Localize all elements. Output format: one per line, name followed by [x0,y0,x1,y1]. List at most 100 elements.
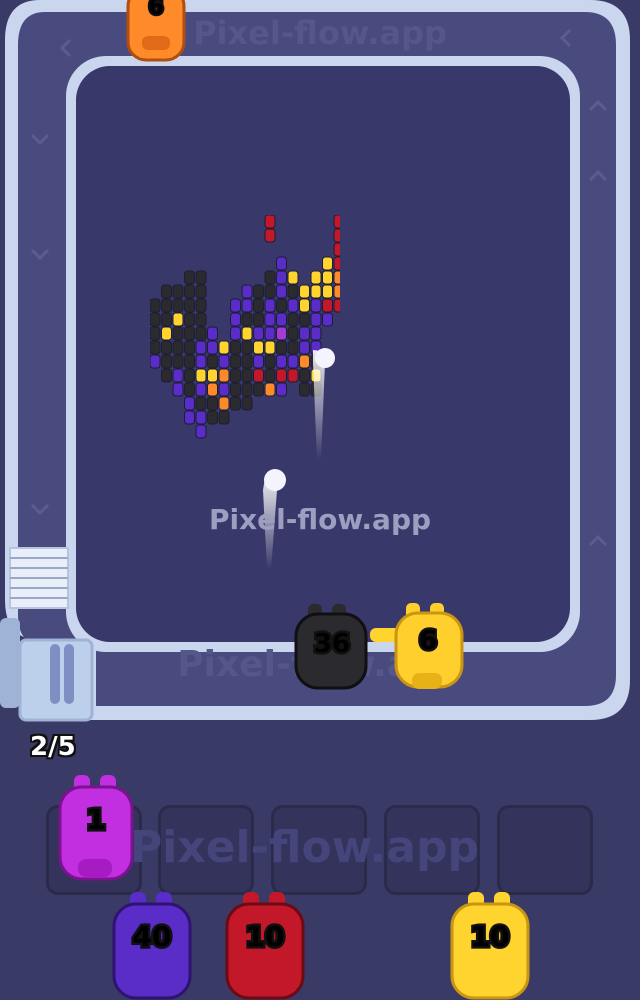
pixel-block [264,298,276,313]
pixel-block [161,368,172,383]
pixel-block [161,326,172,341]
pixel-block [184,368,195,383]
shooter-yellow-10[interactable]: 10 [450,892,530,1000]
pixel-block [264,270,276,285]
pixel-block [218,382,230,397]
shooter-black-36[interactable]: 36 [292,604,374,696]
pixel-block [207,354,218,369]
pixel-block [230,312,241,327]
pixel-block [230,368,241,383]
pixel-block [184,284,195,299]
pixel-block [218,354,230,369]
pixel-block [172,382,184,397]
pixel-block [172,326,184,341]
pixel-block [150,354,161,369]
watermark: Pixel-flow.app [208,503,432,536]
pixel-block [184,410,195,425]
pixel-block [230,382,241,397]
pixel-block [322,312,333,327]
pixel-block [207,396,218,411]
pixel-block [287,270,299,285]
pixel-block [218,368,230,383]
pixel-block [207,326,218,341]
shooter-yellow-6[interactable]: 6 [392,603,466,695]
pixel-block [287,312,299,327]
pixel-block [195,340,207,355]
pixel-block [184,326,195,341]
pixel-block [333,298,340,313]
pixel-block [322,256,333,271]
slots-watermark: Pixel-flow.app [130,822,479,873]
pixel-block [230,396,241,411]
pixel-block [287,326,299,341]
pixel-block [241,368,253,383]
shooter-purple-40[interactable]: 40 [112,892,192,1000]
shooter-top[interactable]: 6 [122,0,190,66]
pixel-block [230,340,241,355]
shooter-count: 10 [471,920,510,953]
pixel-block [172,368,184,383]
pixel-block [333,215,340,229]
queue-counter: 2/5 [30,732,76,762]
pixel-block [207,382,218,397]
slot-5[interactable] [497,805,593,895]
pixel-block [172,298,184,313]
pixel-block [241,298,253,313]
pixel-block [276,326,287,341]
pixel-block [172,312,184,327]
pixel-block [150,298,161,313]
pixel-block [195,424,207,439]
svg-text:Pixel-flow.app: Pixel-flow.app [193,14,447,52]
shooter-magenta-1[interactable]: 1 [58,775,134,883]
pixel-block [161,298,172,313]
pixel-block [333,284,340,299]
pixel-block [287,284,299,299]
pixel-block [195,354,207,369]
pixel-block [299,326,310,341]
pixel-block [184,340,195,355]
pixel-block [161,284,172,299]
pixel-block [161,340,172,355]
pixel-block [276,284,287,299]
pixel-block [241,340,253,355]
pixel-block [241,284,253,299]
shooter-count: 10 [246,920,285,953]
pixel-block [172,354,184,369]
pixel-block [195,326,207,341]
pixel-block [310,270,322,285]
shooter-red-10[interactable]: 10 [225,892,305,1000]
pixel-block [322,298,333,313]
pixel-block [218,396,230,411]
pixel-block [218,410,230,425]
pixel-block [184,354,195,369]
pixel-block [253,298,264,313]
shooter-top-count: 6 [148,0,163,20]
pixel-block [253,326,264,341]
pixel-block [264,312,276,327]
bullet-head [315,348,335,368]
pixel-block [310,298,322,313]
pixel-block [333,228,340,243]
pixel-block [253,284,264,299]
pixel-block [184,312,195,327]
pixel-block [207,410,218,425]
pixel-block [195,270,207,285]
pixel-block [310,312,322,327]
pixel-block [161,354,172,369]
pixel-block [322,270,333,285]
pixel-block [322,284,333,299]
bullet-head [264,469,286,491]
pixel-block [195,284,207,299]
pixel-block [195,298,207,313]
pixel-block [299,284,310,299]
pixel-block [276,312,287,327]
pixel-block [253,312,264,327]
pixel-block [241,382,253,397]
shooter-count: 36 [314,629,350,659]
shooter-count: 40 [133,920,172,953]
pixel-block [150,326,161,341]
pixel-block [310,284,322,299]
pixel-block [287,298,299,313]
pixel-block [230,326,241,341]
pixel-block [150,340,161,355]
